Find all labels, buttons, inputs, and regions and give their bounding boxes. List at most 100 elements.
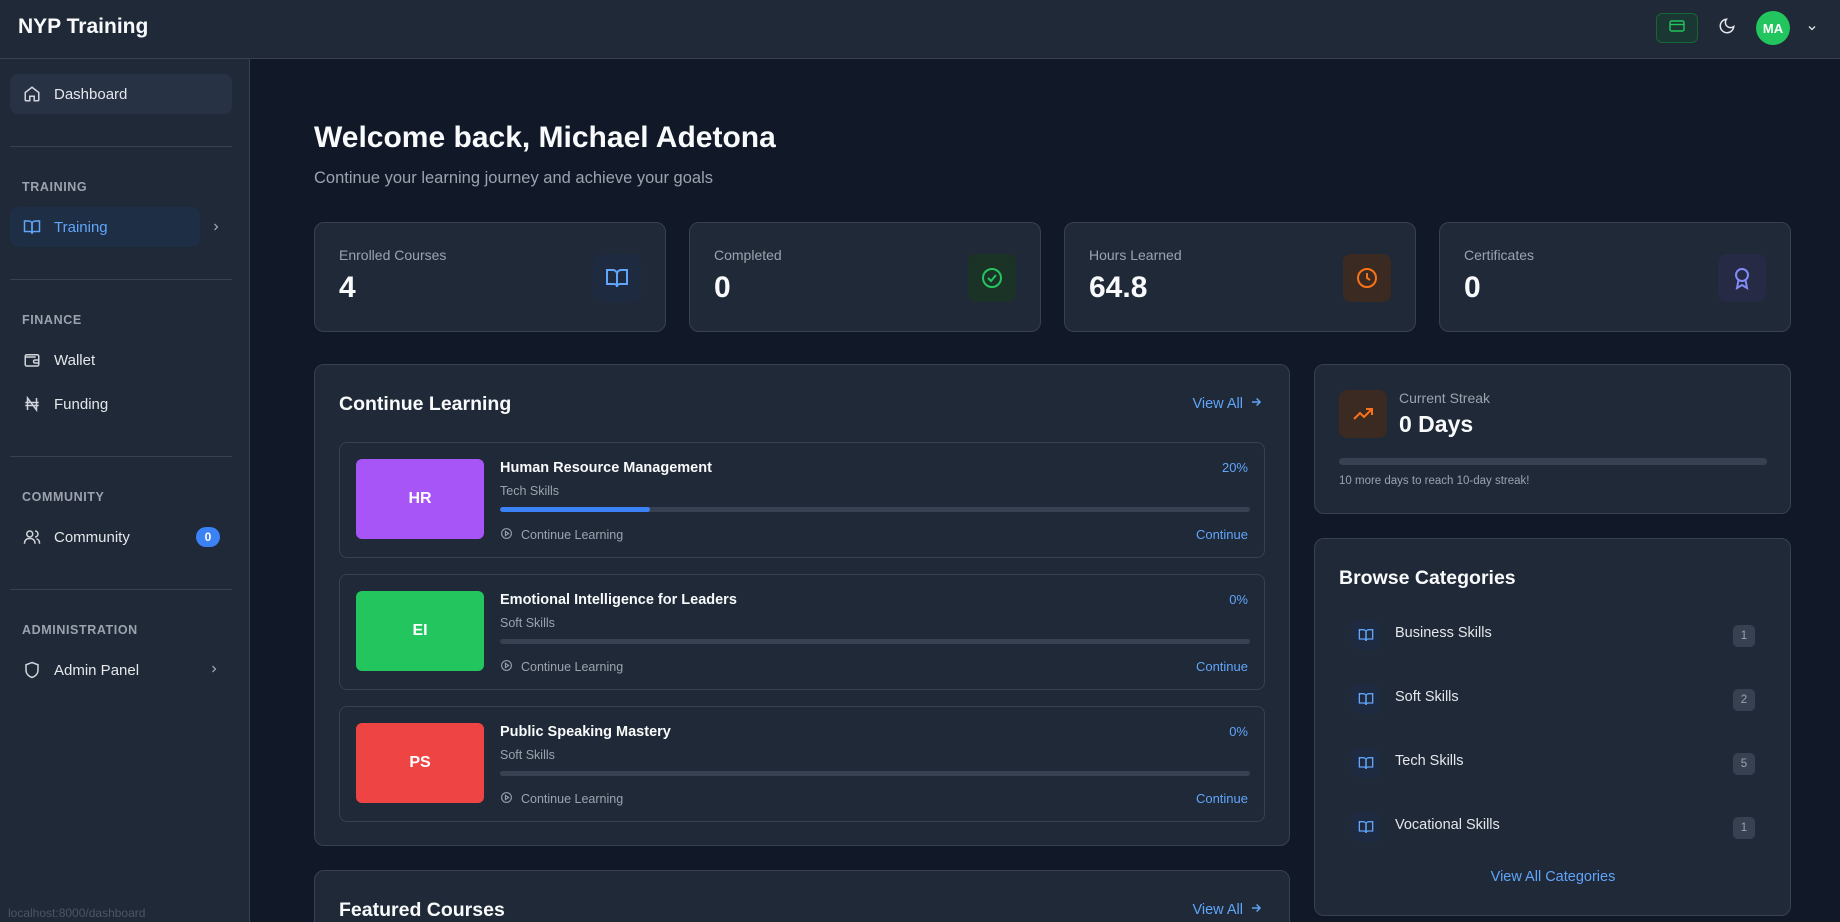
view-all-label: View All bbox=[1192, 396, 1243, 412]
stat-value: 0 bbox=[714, 271, 731, 304]
continue-button[interactable]: Continue bbox=[1196, 527, 1248, 542]
page-subtitle: Continue your learning journey and achie… bbox=[314, 169, 714, 187]
book-open-icon bbox=[1351, 620, 1381, 650]
play-circle-icon bbox=[500, 527, 513, 543]
arrow-right-icon bbox=[1249, 395, 1263, 413]
stat-label: Certificates bbox=[1464, 247, 1535, 263]
credit-card-icon bbox=[1669, 19, 1685, 37]
book-open-icon bbox=[22, 217, 42, 237]
sidebar-divider bbox=[10, 589, 232, 590]
section-label-administration: ADMINISTRATION bbox=[22, 623, 138, 637]
stat-card-hours: Hours Learned 64.8 bbox=[1064, 222, 1416, 332]
sidebar-item-label: Admin Panel bbox=[54, 661, 140, 679]
main-content: Welcome back, Michael Adetona Continue y… bbox=[251, 59, 1840, 922]
browse-categories-card: Browse Categories Business Skills 1 Soft… bbox=[1314, 538, 1791, 916]
course-progress-percent: 0% bbox=[1229, 592, 1248, 607]
sidebar-divider bbox=[10, 146, 232, 147]
stat-label: Hours Learned bbox=[1089, 247, 1182, 263]
sidebar-item-community[interactable]: Community 0 bbox=[10, 517, 232, 557]
continue-button[interactable]: Continue bbox=[1196, 659, 1248, 674]
streak-progress-bar bbox=[1339, 458, 1767, 465]
book-open-icon bbox=[1351, 812, 1381, 842]
sidebar-item-admin-panel[interactable]: Admin Panel bbox=[10, 650, 232, 690]
theme-toggle-button[interactable] bbox=[1712, 13, 1742, 43]
section-label-training: TRAINING bbox=[22, 180, 88, 194]
section-label-finance: FINANCE bbox=[22, 313, 82, 327]
sidebar-item-label: Wallet bbox=[54, 351, 96, 369]
course-progress-bar bbox=[500, 639, 1250, 644]
sidebar-divider bbox=[10, 456, 232, 457]
users-icon bbox=[22, 527, 42, 547]
stat-value: 0 bbox=[1464, 271, 1481, 304]
sidebar-item-funding[interactable]: Funding bbox=[10, 384, 232, 424]
course-item[interactable]: EI Emotional Intelligence for Leaders So… bbox=[339, 574, 1265, 690]
stat-card-enrolled: Enrolled Courses 4 bbox=[314, 222, 666, 332]
page-title: Welcome back, Michael Adetona bbox=[314, 121, 776, 154]
category-item[interactable]: Soft Skills 2 bbox=[1339, 678, 1767, 718]
chevron-right-icon bbox=[208, 662, 220, 679]
course-progress-bar bbox=[500, 771, 1250, 776]
sidebar-item-dashboard[interactable]: Dashboard bbox=[10, 74, 232, 114]
sidebar-divider bbox=[10, 279, 232, 280]
course-item[interactable]: HR Human Resource Management Tech Skills… bbox=[339, 442, 1265, 558]
moon-icon bbox=[1718, 17, 1736, 40]
book-open-icon bbox=[1351, 748, 1381, 778]
sidebar-item-training[interactable]: Training bbox=[10, 207, 200, 247]
shield-icon bbox=[22, 660, 42, 680]
header-actions: MA bbox=[1656, 11, 1820, 45]
category-label: Soft Skills bbox=[1395, 689, 1459, 705]
stat-card-completed: Completed 0 bbox=[689, 222, 1041, 332]
course-thumbnail: HR bbox=[356, 459, 484, 539]
sidebar: Dashboard TRAINING Training FINANCE Wall… bbox=[0, 59, 250, 922]
continue-button[interactable]: Continue bbox=[1196, 791, 1248, 806]
streak-value: 0 Days bbox=[1399, 411, 1474, 437]
wallet-button[interactable] bbox=[1656, 13, 1698, 43]
course-status-label: Continue Learning bbox=[521, 792, 624, 806]
community-count-badge: 0 bbox=[196, 527, 220, 547]
view-all-categories-link[interactable]: View All Categories bbox=[1315, 869, 1791, 885]
course-status-label: Continue Learning bbox=[521, 660, 624, 674]
category-item[interactable]: Business Skills 1 bbox=[1339, 614, 1767, 654]
stat-label: Completed bbox=[714, 247, 782, 263]
view-all-link[interactable]: View All bbox=[1192, 901, 1263, 919]
status-url: localhost:8000/dashboard bbox=[8, 906, 146, 920]
sidebar-item-label: Funding bbox=[54, 395, 109, 413]
stat-label: Enrolled Courses bbox=[339, 247, 447, 263]
course-item[interactable]: PS Public Speaking Mastery Soft Skills 0… bbox=[339, 706, 1265, 822]
sidebar-item-wallet[interactable]: Wallet bbox=[10, 340, 232, 380]
course-status-label: Continue Learning bbox=[521, 528, 624, 542]
streak-label: Current Streak bbox=[1399, 390, 1491, 406]
course-thumbnail: PS bbox=[356, 723, 484, 803]
category-item[interactable]: Tech Skills 5 bbox=[1339, 742, 1767, 782]
stat-value: 4 bbox=[339, 271, 356, 304]
course-title: Human Resource Management bbox=[500, 460, 712, 476]
view-all-link[interactable]: View All bbox=[1192, 395, 1263, 413]
check-circle-icon bbox=[968, 254, 1016, 302]
user-avatar[interactable]: MA bbox=[1756, 11, 1790, 45]
card-title: Browse Categories bbox=[1339, 567, 1516, 589]
chevron-down-icon[interactable] bbox=[1804, 20, 1820, 36]
stat-card-certificates: Certificates 0 bbox=[1439, 222, 1791, 332]
course-category: Soft Skills bbox=[500, 616, 555, 630]
naira-icon bbox=[22, 394, 42, 414]
stat-value: 64.8 bbox=[1089, 271, 1148, 304]
clock-icon bbox=[1343, 254, 1391, 302]
course-title: Emotional Intelligence for Leaders bbox=[500, 592, 737, 608]
card-title: Continue Learning bbox=[339, 393, 512, 415]
course-thumbnail: EI bbox=[356, 591, 484, 671]
category-count: 2 bbox=[1733, 689, 1755, 711]
streak-note: 10 more days to reach 10-day streak! bbox=[1339, 475, 1530, 487]
home-icon bbox=[22, 84, 42, 104]
progress-fill bbox=[500, 507, 650, 512]
brand-logo[interactable]: NYP Training bbox=[18, 15, 148, 39]
sidebar-item-label: Community bbox=[54, 528, 130, 546]
top-bar: NYP Training MA bbox=[0, 0, 1840, 59]
chevron-right-icon[interactable] bbox=[210, 220, 222, 238]
category-item[interactable]: Vocational Skills 1 bbox=[1339, 806, 1767, 846]
featured-courses-card: Featured Courses View All bbox=[314, 870, 1290, 922]
course-status: Continue Learning bbox=[500, 791, 623, 807]
section-label-community: COMMUNITY bbox=[22, 490, 105, 504]
wallet-icon bbox=[22, 350, 42, 370]
category-label: Vocational Skills bbox=[1395, 817, 1500, 833]
course-category: Tech Skills bbox=[500, 484, 560, 498]
